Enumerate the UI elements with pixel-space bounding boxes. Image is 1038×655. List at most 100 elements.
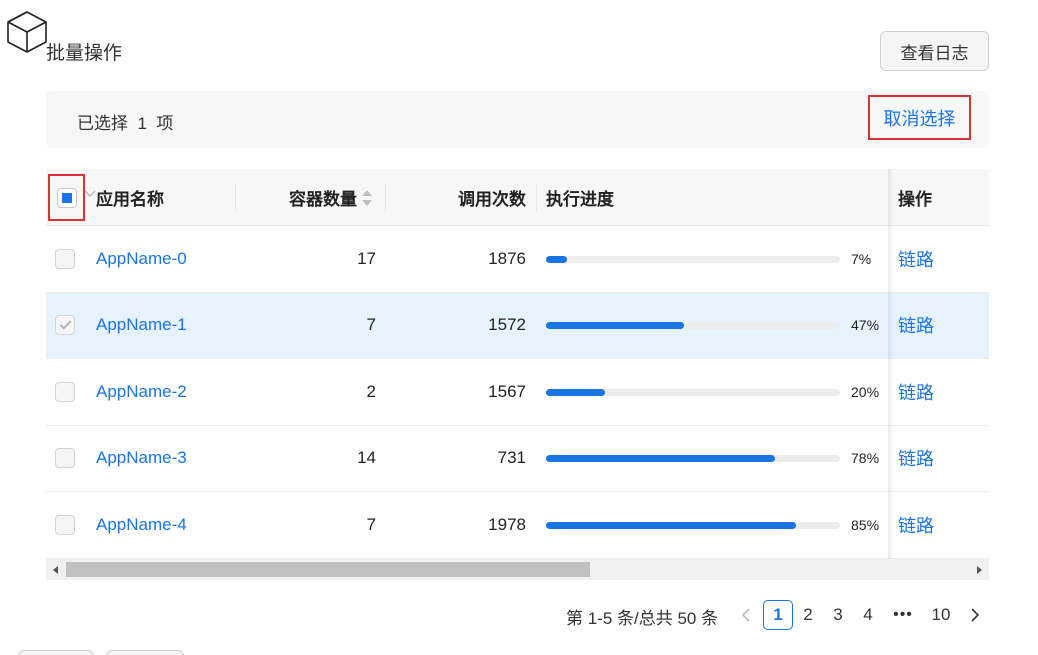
app-name-cell: AppName-0 — [96, 226, 187, 292]
selection-count-text: 已选择 1 项 — [77, 114, 174, 133]
scroll-right-arrow[interactable] — [969, 559, 989, 580]
calls-cell: 1567 — [488, 381, 526, 401]
table-row[interactable]: AppName-3 14 731 78% 链路 — [46, 425, 989, 492]
row-checkbox[interactable] — [55, 381, 75, 402]
progress-label: 85% — [851, 516, 880, 533]
chevron-left-icon[interactable] — [736, 604, 756, 626]
progress-fill — [546, 521, 796, 529]
row-checkbox[interactable] — [55, 248, 75, 269]
table-body: AppName-0 17 1876 7% 链路 AppName-1 7 1572… — [46, 226, 989, 559]
app-table: 应用名称 容器数量 调用次数 执行进度 操作 AppName-0 17 1876… — [46, 169, 989, 559]
page-title: 批量操作 — [46, 43, 123, 64]
progress-cell: 85% — [546, 492, 886, 558]
trace-link[interactable]: 链路 — [898, 445, 934, 471]
app-name-cell: AppName-1 — [96, 293, 187, 359]
pagination-summary: 第 1-5 条/总共 50 条 — [566, 609, 719, 628]
containers-cell: 2 — [366, 381, 376, 401]
app-name-cell: AppName-3 — [96, 426, 187, 492]
calls-cell: 1572 — [488, 315, 526, 335]
progress-label: 20% — [851, 383, 880, 400]
row-checkbox[interactable] — [55, 448, 75, 469]
row-checkbox-cell — [55, 359, 75, 425]
page-10[interactable]: 10 — [926, 600, 956, 630]
column-header-progress: 执行进度 — [546, 190, 614, 209]
action-cell: 链路 — [898, 359, 934, 425]
select-all-checkbox[interactable] — [48, 174, 85, 221]
app-name-link[interactable]: AppName-0 — [96, 249, 187, 269]
app-name-link[interactable]: AppName-4 — [96, 515, 187, 535]
progress-bar — [546, 255, 840, 263]
progress-label: 7% — [851, 250, 872, 267]
page-1[interactable]: 1 — [763, 600, 793, 630]
containers-cell: 7 — [366, 514, 376, 534]
cancel-selection-button[interactable]: 取消选择 — [868, 95, 971, 140]
sort-icon[interactable] — [361, 188, 373, 208]
caret-left-icon — [53, 565, 58, 574]
progress-bar — [546, 388, 840, 396]
row-checkbox-cell — [55, 492, 75, 558]
row-checkbox[interactable] — [55, 315, 75, 336]
table-row[interactable]: AppName-0 17 1876 7% 链路 — [46, 226, 989, 293]
column-header-containers[interactable]: 容器数量 — [246, 169, 357, 226]
check-icon — [58, 317, 72, 330]
selection-bar: 已选择 1 项 取消选择 — [46, 91, 989, 148]
app-name-cell: AppName-4 — [96, 492, 187, 558]
progress-fill — [546, 388, 605, 396]
column-header-actions: 操作 — [898, 190, 932, 209]
progress-bar — [546, 521, 840, 529]
column-header-name: 应用名称 — [96, 190, 164, 209]
action-cell: 链路 — [898, 492, 934, 558]
progress-fill — [546, 322, 685, 330]
bottom-button-2[interactable] — [106, 650, 184, 655]
scroll-left-arrow[interactable] — [46, 559, 66, 580]
table-row[interactable]: AppName-1 7 1572 47% 链路 — [46, 292, 989, 359]
page-3[interactable]: 3 — [823, 600, 853, 630]
row-checkbox-cell — [55, 293, 75, 359]
table-row[interactable]: AppName-4 7 1978 85% 链路 — [46, 492, 989, 559]
progress-cell: 47% — [546, 293, 886, 359]
calls-cell: 731 — [497, 448, 526, 468]
page-2[interactable]: 2 — [793, 600, 823, 630]
chevron-down-icon[interactable] — [83, 187, 97, 201]
action-cell: 链路 — [898, 293, 934, 359]
app-name-link[interactable]: AppName-2 — [96, 382, 187, 402]
trace-link[interactable]: 链路 — [898, 246, 934, 272]
cube-icon — [7, 11, 47, 53]
indeterminate-mark — [61, 192, 72, 203]
action-cell: 链路 — [898, 226, 934, 292]
progress-bar — [546, 455, 840, 463]
row-checkbox[interactable] — [55, 514, 75, 535]
calls-cell: 1876 — [488, 248, 526, 268]
progress-fill — [546, 455, 776, 463]
progress-cell: 20% — [546, 359, 886, 425]
progress-fill — [546, 255, 567, 263]
table-row[interactable]: AppName-2 2 1567 20% 链路 — [46, 359, 989, 426]
scrollbar-thumb[interactable] — [66, 562, 590, 577]
progress-label: 78% — [851, 450, 880, 467]
containers-cell: 14 — [357, 448, 376, 468]
progress-cell: 78% — [546, 426, 886, 492]
view-log-button[interactable]: 查看日志 — [880, 31, 989, 71]
trace-link[interactable]: 链路 — [898, 312, 934, 338]
app-name-link[interactable]: AppName-1 — [96, 315, 187, 335]
containers-cell: 17 — [357, 248, 376, 268]
progress-bar — [546, 322, 840, 330]
progress-label: 47% — [851, 317, 880, 334]
caret-right-icon — [977, 565, 982, 574]
page-4[interactable]: 4 — [853, 600, 883, 630]
pagination-ellipsis[interactable]: ••• — [889, 600, 917, 630]
progress-cell: 7% — [546, 226, 886, 292]
app-name-link[interactable]: AppName-3 — [96, 448, 187, 468]
chevron-right-icon[interactable] — [965, 604, 985, 626]
row-checkbox-cell — [55, 426, 75, 492]
app-name-cell: AppName-2 — [96, 359, 187, 425]
trace-link[interactable]: 链路 — [898, 512, 934, 538]
calls-cell: 1978 — [488, 514, 526, 534]
trace-link[interactable]: 链路 — [898, 379, 934, 405]
bottom-button-1[interactable] — [18, 650, 94, 655]
table-header: 应用名称 容器数量 调用次数 执行进度 操作 — [46, 169, 989, 226]
horizontal-scrollbar[interactable] — [46, 559, 989, 580]
action-cell: 链路 — [898, 426, 934, 492]
containers-cell: 7 — [366, 315, 376, 335]
pagination: 第 1-5 条/总共 50 条 1 2 3 4 ••• 10 — [0, 600, 1038, 630]
